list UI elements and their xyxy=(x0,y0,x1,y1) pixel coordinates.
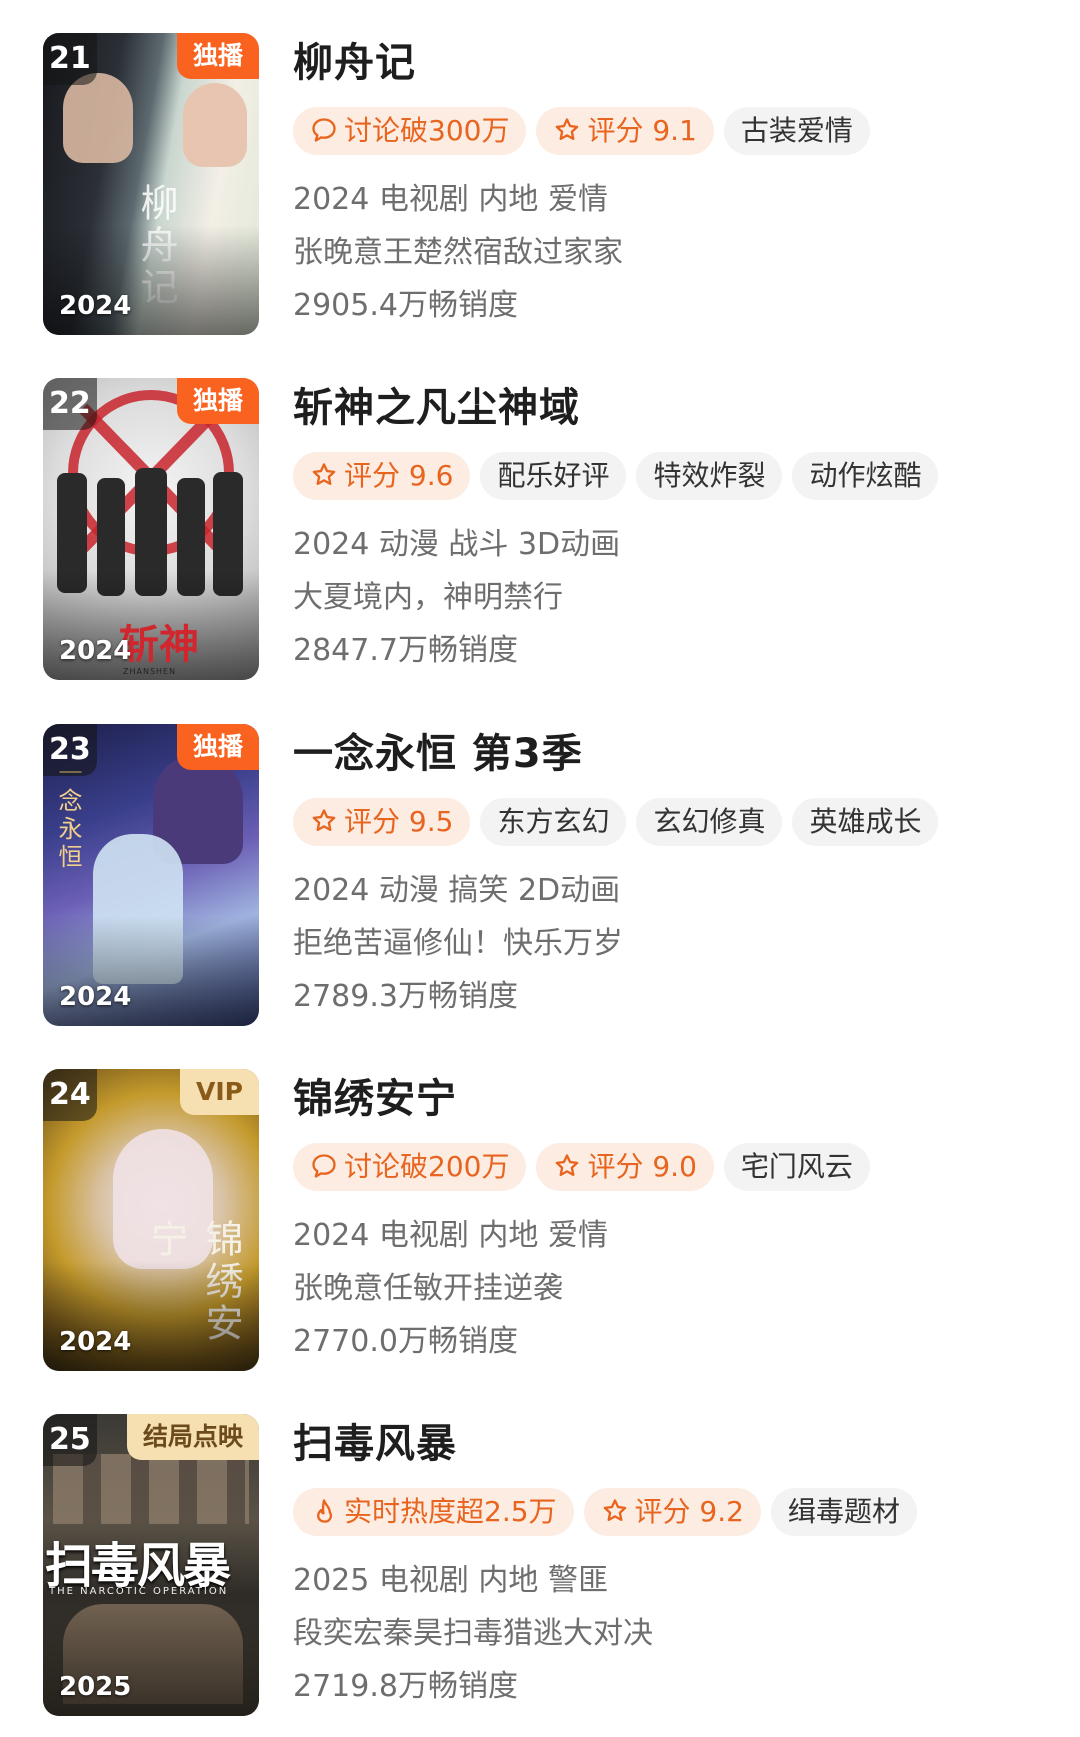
rank-badge: 22 xyxy=(43,378,97,430)
tag-label: 实时热度超2.5万 xyxy=(344,1495,557,1528)
poster-thumbnail[interactable]: 斩神 ZHANSHEN 22 独播 2024 xyxy=(43,378,259,680)
rating-tag[interactable]: 评分 9.2 xyxy=(583,1488,761,1536)
item-description: 大夏境内，神明禁行 xyxy=(293,580,563,615)
item-description: 拒绝苦逼修仙！快乐万岁 xyxy=(293,926,623,961)
discussion-tag[interactable]: 讨论破300万 xyxy=(293,107,527,155)
rating-tag[interactable]: 评分 9.0 xyxy=(536,1143,714,1191)
item-title[interactable]: 一念永恒 第3季 xyxy=(293,730,1053,778)
item-meta: 2024 动漫 搞笑 2D动画 拒绝苦逼修仙！快乐万岁 2789.3万畅销度 xyxy=(293,864,1053,1023)
tag-row: 评分 9.5 东方玄幻 玄幻修真 英雄成长 xyxy=(293,798,1053,848)
genre-tag[interactable]: 动作炫酷 xyxy=(792,452,939,500)
poster-thumbnail[interactable]: 锦绣安宁 24 VIP 2024 xyxy=(43,1069,259,1371)
item-title[interactable]: 锦绣安宁 xyxy=(293,1075,1053,1123)
exclusive-badge: 独播 xyxy=(176,33,259,79)
item-info: 柳舟记 讨论破300万 评分 9.1 古装爱情 2024 电视剧 内地 爱情 张晚意… xyxy=(293,33,1053,332)
poster-year: 2024 xyxy=(59,636,132,666)
exclusive-badge: 独播 xyxy=(176,724,259,770)
tag-label: 评分 9.1 xyxy=(587,114,697,147)
item-meta: 2025 电视剧 内地 警匪 段奕宏秦昊扫毒猎逃大对决 2719.8万畅销度 xyxy=(293,1554,1053,1713)
vip-badge: VIP xyxy=(180,1069,259,1115)
item-sales: 2789.3万畅销度 xyxy=(293,979,518,1014)
item-sales: 2847.7万畅销度 xyxy=(293,633,518,668)
tag-label: 评分 9.0 xyxy=(587,1150,697,1183)
genre-tag[interactable]: 玄幻修真 xyxy=(636,798,783,846)
tag-label: 评分 9.6 xyxy=(344,459,454,492)
tag-label: 讨论破300万 xyxy=(344,114,510,147)
list-item-23[interactable]: 一念永恒 23 独播 2024 一念永恒 第3季 评分 9.5 东方玄幻 玄幻修真英… xyxy=(0,724,1080,1030)
poster-year: 2025 xyxy=(59,1672,132,1702)
flame-icon xyxy=(317,1499,333,1523)
genre-tag[interactable]: 特效炸裂 xyxy=(636,452,783,500)
chat-bubble-icon xyxy=(312,118,336,142)
item-info: 扫毒风暴 实时热度超2.5万 评分 9.2 缉毒题材 2025 电视剧 内地 警匪 … xyxy=(293,1414,1053,1713)
star-icon xyxy=(312,809,336,832)
genre-tag[interactable]: 配乐好评 xyxy=(480,452,627,500)
item-info: 斩神之凡尘神域 评分 9.6 配乐好评 特效炸裂 动作炫酷 2024 动漫 战斗 3D… xyxy=(293,378,1053,677)
genre-tag[interactable]: 缉毒题材 xyxy=(770,1488,917,1536)
list-item-21[interactable]: 柳舟记 21 独播 2024 柳舟记 讨论破300万 评分 9.1 古装爱情 202… xyxy=(0,33,1080,339)
item-meta: 2024 电视剧 内地 爱情 张晚意任敏开挂逆袭 2770.0万畅销度 xyxy=(293,1209,1053,1368)
tag-row: 讨论破300万 评分 9.1 古装爱情 xyxy=(293,107,1053,157)
poster-logo-sub: THE NARCOTIC OPERATION xyxy=(49,1586,229,1597)
item-basic-info: 2024 动漫 搞笑 2D动画 xyxy=(293,873,621,908)
item-basic-info: 2024 电视剧 内地 爱情 xyxy=(293,182,608,217)
tag-label: 评分 9.5 xyxy=(344,805,454,838)
list-item-25[interactable]: 扫毒风暴 THE NARCOTIC OPERATION 25 结局点映 2025… xyxy=(0,1414,1080,1720)
ranking-list: 柳舟记 21 独播 2024 柳舟记 讨论破300万 评分 9.1 古装爱情 202… xyxy=(0,0,1080,1737)
poster-logo-sub: ZHANSHEN xyxy=(123,667,177,676)
list-item-22[interactable]: 斩神 ZHANSHEN 22 独播 2024 斩神之凡尘神域 评分 9.6 配乐好… xyxy=(0,378,1080,684)
item-description: 张晚意王楚然宿敌过家家 xyxy=(293,235,623,270)
rank-badge: 24 xyxy=(43,1069,97,1121)
tag-row: 讨论破200万 评分 9.0 宅门风云 xyxy=(293,1143,1053,1193)
item-sales: 2905.4万畅销度 xyxy=(293,288,518,323)
poster-thumbnail[interactable]: 扫毒风暴 THE NARCOTIC OPERATION 25 结局点映 2025 xyxy=(43,1414,259,1716)
chat-bubble-icon xyxy=(312,1154,336,1178)
realtime-heat-tag[interactable]: 实时热度超2.5万 xyxy=(293,1488,574,1536)
tag-label: 评分 9.2 xyxy=(634,1495,744,1528)
item-title[interactable]: 柳舟记 xyxy=(293,39,1053,87)
exclusive-badge: 独播 xyxy=(176,378,259,424)
tag-label: 讨论破200万 xyxy=(344,1150,510,1183)
rating-tag[interactable]: 评分 9.5 xyxy=(293,798,471,846)
tag-row: 评分 9.6 配乐好评 特效炸裂 动作炫酷 xyxy=(293,452,1053,502)
item-info: 一念永恒 第3季 评分 9.5 东方玄幻 玄幻修真 英雄成长 2024 动漫 搞笑 2… xyxy=(293,724,1053,1023)
rank-badge: 25 xyxy=(43,1414,97,1466)
poster-thumbnail[interactable]: 柳舟记 21 独播 2024 xyxy=(43,33,259,335)
item-description: 段奕宏秦昊扫毒猎逃大对决 xyxy=(293,1616,653,1651)
star-icon xyxy=(603,1499,626,1522)
poster-year: 2024 xyxy=(59,982,132,1012)
genre-tag[interactable]: 东方玄幻 xyxy=(480,798,627,846)
item-meta: 2024 电视剧 内地 爱情 张晚意王楚然宿敌过家家 2905.4万畅销度 xyxy=(293,173,1053,332)
item-title[interactable]: 斩神之凡尘神域 xyxy=(293,384,1053,432)
poster-thumbnail[interactable]: 一念永恒 23 独播 2024 xyxy=(43,724,259,1026)
list-item-24[interactable]: 锦绣安宁 24 VIP 2024 锦绣安宁 讨论破200万 评分 9.0 宅门风云 … xyxy=(0,1069,1080,1375)
item-meta: 2024 动漫 战斗 3D动画 大夏境内，神明禁行 2847.7万畅销度 xyxy=(293,518,1053,677)
item-title[interactable]: 扫毒风暴 xyxy=(293,1420,1053,1468)
star-icon xyxy=(556,118,579,141)
poster-figure-right xyxy=(183,83,247,167)
poster-figure-left xyxy=(63,73,133,163)
ending-preview-badge: 结局点映 xyxy=(126,1414,259,1460)
tag-row: 实时热度超2.5万 评分 9.2 缉毒题材 xyxy=(293,1488,1053,1538)
genre-tag[interactable]: 古装爱情 xyxy=(723,107,870,155)
item-basic-info: 2024 动漫 战斗 3D动画 xyxy=(293,527,621,562)
poster-year: 2024 xyxy=(59,291,132,321)
star-icon xyxy=(312,463,336,486)
poster-year: 2024 xyxy=(59,1327,132,1357)
item-info: 锦绣安宁 讨论破200万 评分 9.0 宅门风云 2024 电视剧 内地 爱情 张晚… xyxy=(293,1069,1053,1368)
item-description: 张晚意任敏开挂逆袭 xyxy=(293,1271,563,1306)
rank-badge: 23 xyxy=(43,724,97,776)
item-sales: 2719.8万畅销度 xyxy=(293,1669,518,1704)
item-basic-info: 2024 电视剧 内地 爱情 xyxy=(293,1218,608,1253)
item-basic-info: 2025 电视剧 内地 警匪 xyxy=(293,1563,608,1598)
genre-tag[interactable]: 英雄成长 xyxy=(792,798,939,846)
rating-tag[interactable]: 评分 9.6 xyxy=(293,452,471,500)
item-sales: 2770.0万畅销度 xyxy=(293,1324,518,1359)
star-icon xyxy=(556,1154,579,1177)
genre-tag[interactable]: 宅门风云 xyxy=(723,1143,870,1191)
rank-badge: 21 xyxy=(43,33,97,85)
discussion-tag[interactable]: 讨论破200万 xyxy=(293,1143,527,1191)
poster-calligraphy: 一念永恒 xyxy=(54,760,82,872)
rating-tag[interactable]: 评分 9.1 xyxy=(536,107,714,155)
